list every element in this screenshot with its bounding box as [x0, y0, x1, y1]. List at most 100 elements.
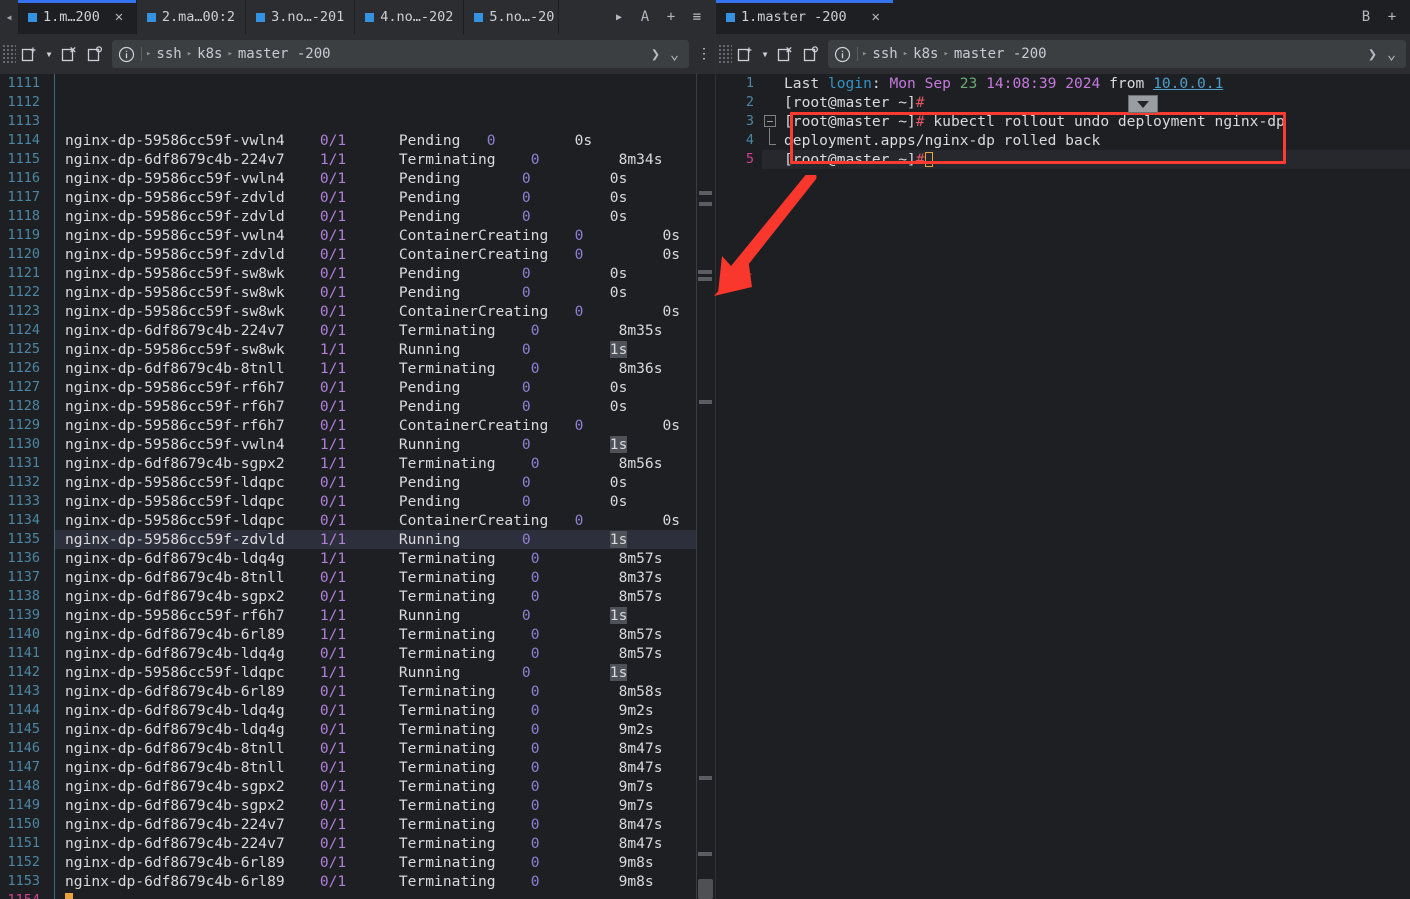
line-content: nginx-dp-59586cc59f-ldqpc 0/1 ContainerC…: [65, 511, 680, 530]
expand-icon[interactable]: ❯: [651, 45, 660, 63]
close-session-icon[interactable]: [56, 41, 82, 67]
tab-2-master[interactable]: 2.ma…00:2: [136, 0, 247, 34]
font-size-icon[interactable]: A: [633, 0, 657, 34]
pod-status: Running: [398, 436, 461, 453]
line-content: nginx-dp-6df8679c4b-224v7 0/1 Terminatin…: [65, 834, 663, 853]
bold-icon[interactable]: B: [1354, 0, 1378, 34]
right-toolbar: ▼ ▸ ssh ▸ k8s ▸ master -200 ❯ ⌄: [716, 34, 1410, 74]
info-icon[interactable]: [118, 46, 141, 63]
new-session-caret-icon[interactable]: ▼: [42, 50, 56, 59]
pod-name: nginx-dp-6df8679c4b-6rl89: [65, 626, 285, 643]
pod-age: 0s: [609, 474, 628, 491]
chevron-down-icon[interactable]: ⌄: [670, 45, 679, 63]
breadcrumb-ssh[interactable]: ssh: [867, 46, 902, 62]
line-content: nginx-dp-59586cc59f-zdvld 0/1 Pending 0 …: [65, 207, 627, 226]
new-tab-icon[interactable]: +: [659, 0, 683, 34]
pod-name: nginx-dp-59586cc59f-ldqpc: [65, 664, 285, 681]
pod-age: 8m57s: [618, 645, 663, 662]
breadcrumb-k8s[interactable]: k8s: [192, 46, 227, 62]
restart-count: 0: [530, 854, 540, 871]
tab-1-master-right[interactable]: 1.master -200 ✕: [716, 0, 893, 34]
scroll-tabs-right-icon[interactable]: ▶: [607, 0, 631, 34]
terminal-line: 1127 nginx-dp-59586cc59f-rf6h7 0/1 Pendin…: [0, 378, 715, 397]
toolbar-drag-handle[interactable]: [2, 44, 16, 64]
toolbar-divider: [857, 47, 858, 61]
breadcrumb-k8s[interactable]: k8s: [908, 46, 943, 62]
ready-count: 1/1: [319, 626, 347, 643]
ready-count: 0/1: [319, 170, 347, 187]
info-icon[interactable]: [834, 46, 857, 63]
tab-4-node[interactable]: 4.no…-202: [355, 0, 465, 34]
line-content: nginx-dp-59586cc59f-ldqpc 1/1 Running 0 …: [65, 663, 628, 682]
chevron-down-icon[interactable]: ⌄: [1387, 45, 1396, 63]
line-number: 2: [745, 94, 754, 110]
pod-status: Pending: [398, 493, 461, 510]
line-number: 1154: [0, 891, 47, 899]
code-fold-icon[interactable]: [764, 115, 776, 127]
reconnect-session-icon[interactable]: [798, 41, 824, 67]
new-session-caret-icon[interactable]: ▼: [758, 50, 772, 59]
new-tab-icon[interactable]: +: [1380, 0, 1404, 34]
line-number: 1116: [7, 170, 40, 186]
ready-count: 0/1: [319, 132, 347, 149]
breadcrumb-master[interactable]: master -200: [949, 46, 1052, 62]
pod-name: nginx-dp-59586cc59f-zdvld: [65, 246, 285, 263]
scrollbar-match-marker: [699, 400, 712, 404]
ready-count: 0/1: [319, 740, 347, 757]
pod-name: nginx-dp-6df8679c4b-8tnll: [65, 759, 285, 776]
left-toolbar-more-icon[interactable]: ⋮: [693, 47, 715, 61]
left-terminal-output[interactable]: 1111 1112 1113 1114 nginx-dp-59586cc59f-vwln…: [0, 74, 715, 899]
tab-close-icon[interactable]: ✕: [112, 10, 126, 24]
tab-close-icon[interactable]: ✕: [869, 10, 883, 24]
terminal-line: 1113: [0, 112, 715, 131]
pod-age: 0s: [609, 265, 628, 282]
tab-1-master[interactable]: 1.m…200 ✕: [18, 0, 137, 34]
scroll-tabs-left-icon[interactable]: ◀: [0, 0, 18, 34]
right-terminal-panel: 1.master -200 ✕ B + ▼ ▸ ssh ▸ k8s ▸ mast…: [715, 0, 1410, 899]
expand-icon[interactable]: ❯: [1368, 45, 1377, 63]
new-session-icon[interactable]: [16, 41, 42, 67]
pod-status: ContainerCreating: [398, 303, 549, 320]
ready-count: 0/1: [319, 797, 347, 814]
tab-5-node[interactable]: 5.no…-20: [464, 0, 560, 34]
tab-menu-icon[interactable]: ≡: [685, 0, 709, 34]
terminal-line: 1143 nginx-dp-6df8679c4b-6rl89 0/1 Termin…: [0, 682, 715, 701]
dropdown-arrow-overlay[interactable]: [1128, 95, 1158, 113]
pod-age: 8m57s: [618, 626, 663, 643]
tab-3-node[interactable]: 3.no…-201: [246, 0, 356, 34]
reconnect-session-icon[interactable]: [82, 41, 108, 67]
shell-prompt: [root@master ~]: [784, 151, 916, 168]
line-content: nginx-dp-6df8679c4b-224v7 1/1 Terminatin…: [65, 150, 663, 169]
scrollbar-match-marker: [699, 776, 712, 780]
right-terminal-output[interactable]: 1 Last login: Mon Sep 23 14:08:39 2024 fr…: [716, 74, 1410, 899]
line-content: [65, 891, 73, 899]
tab-status-square-icon: [146, 12, 156, 22]
toolbar-drag-handle[interactable]: [718, 44, 732, 64]
left-scrollbar[interactable]: [696, 74, 715, 899]
new-session-icon[interactable]: [732, 41, 758, 67]
pod-name: nginx-dp-59586cc59f-ldqpc: [65, 493, 285, 510]
close-session-icon[interactable]: [772, 41, 798, 67]
right-breadcrumb-bar[interactable]: ▸ ssh ▸ k8s ▸ master -200 ❯ ⌄: [828, 40, 1406, 68]
line-number: 1128: [7, 398, 40, 414]
login-ip: 10.0.0.1: [1153, 75, 1224, 92]
tab-status-square-icon: [474, 12, 484, 22]
line-number: 1120: [7, 246, 40, 262]
pod-age: 9m2s: [618, 702, 654, 719]
line-number: 1145: [7, 721, 40, 737]
scrollbar-thumb[interactable]: [698, 879, 713, 899]
line-content: nginx-dp-59586cc59f-rf6h7 0/1 Pending 0 …: [65, 397, 627, 416]
breadcrumb-ssh[interactable]: ssh: [151, 46, 186, 62]
left-breadcrumb-bar[interactable]: ▸ ssh ▸ k8s ▸ master -200 ❯ ⌄: [112, 40, 689, 68]
line-content: nginx-dp-6df8679c4b-224v7 0/1 Terminatin…: [65, 815, 663, 834]
terminal-line: 1154: [0, 891, 715, 899]
pod-age: 8m34s: [618, 151, 663, 168]
prompt-hash: #: [915, 151, 925, 168]
line-content: nginx-dp-6df8679c4b-ldq4g 1/1 Terminatin…: [65, 549, 663, 568]
pod-status: Terminating: [398, 797, 496, 814]
pod-status: Terminating: [398, 835, 496, 852]
breadcrumb-master[interactable]: master -200: [233, 46, 336, 62]
terminal-line: 1129 nginx-dp-59586cc59f-rf6h7 0/1 Contai…: [0, 416, 715, 435]
line-content: nginx-dp-6df8679c4b-sgpx2 0/1 Terminatin…: [65, 587, 663, 606]
line-number: 1122: [7, 284, 40, 300]
